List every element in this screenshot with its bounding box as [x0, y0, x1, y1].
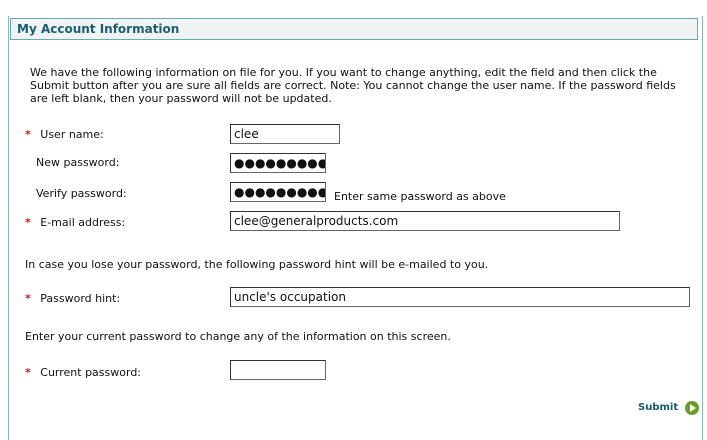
- new-password-field[interactable]: ●●●●●●●●●: [230, 153, 326, 173]
- username-label-text: User name:: [40, 128, 104, 141]
- current-password-label-text: Current password:: [40, 366, 142, 379]
- verify-password-field[interactable]: ●●●●●●●●●: [230, 182, 326, 202]
- required-marker: *: [25, 292, 31, 305]
- submit-button[interactable]: Submit: [638, 402, 678, 413]
- new-password-label: New password:: [36, 156, 120, 169]
- password-hint-field[interactable]: uncle's occupation: [230, 287, 690, 307]
- email-label: * E-mail address:: [25, 216, 125, 229]
- hint-intro-text: In case you lose your password, the foll…: [25, 258, 489, 271]
- password-hint-label: * Password hint:: [25, 292, 120, 305]
- required-marker: *: [25, 366, 31, 379]
- section-header: My Account Information: [10, 18, 698, 40]
- required-marker: *: [25, 216, 31, 229]
- arrow-right-icon[interactable]: [685, 401, 699, 415]
- required-marker: *: [25, 128, 31, 141]
- section-title: My Account Information: [17, 22, 180, 36]
- email-label-text: E-mail address:: [40, 216, 126, 229]
- username-field[interactable]: clee: [230, 124, 340, 144]
- verify-password-label: Verify password:: [36, 187, 127, 200]
- current-password-label: * Current password:: [25, 366, 141, 379]
- current-password-field[interactable]: [230, 360, 326, 380]
- current-intro-text: Enter your current password to change an…: [25, 330, 451, 343]
- password-hint-label-text: Password hint:: [40, 292, 121, 305]
- intro-text: We have the following information on fil…: [30, 66, 676, 105]
- username-label: * User name:: [25, 128, 104, 141]
- verify-password-note: Enter same password as above: [334, 190, 506, 203]
- email-field[interactable]: clee@generalproducts.com: [230, 211, 620, 231]
